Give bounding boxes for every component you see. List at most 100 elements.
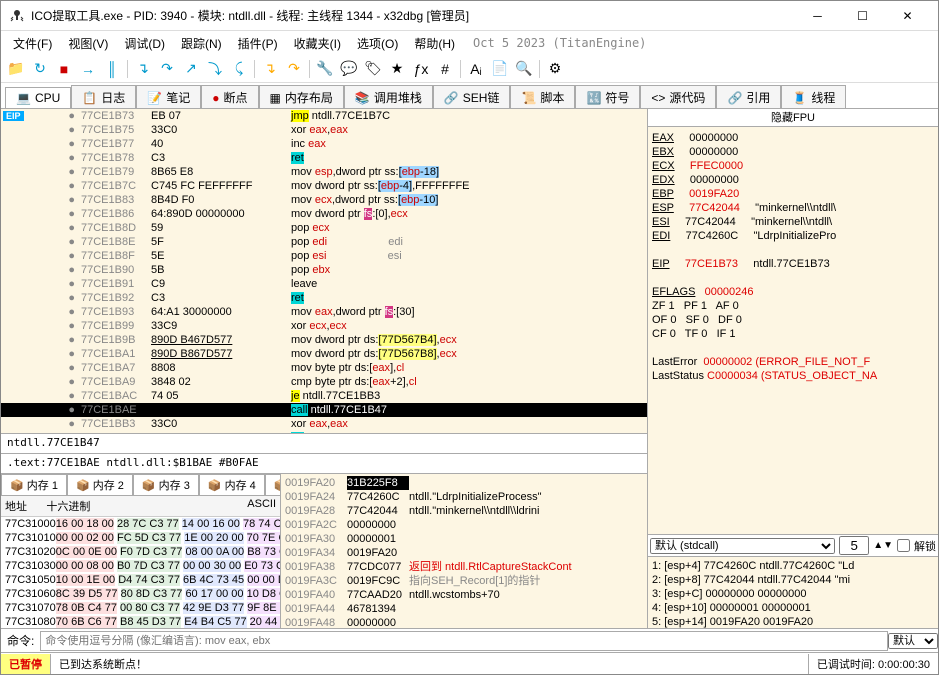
tab-source[interactable]: <>源代码	[640, 85, 716, 109]
disasm-line[interactable]: ●77CE1B798B65 E8mov esp,dword ptr ss:[eb…	[1, 165, 647, 179]
stack-row[interactable]: 0019FA2C00000000	[281, 518, 647, 532]
search-icon[interactable]: 🔍	[513, 58, 535, 80]
trace-into-icon[interactable]: ↴	[259, 58, 281, 80]
disasm-line[interactable]: ●77CE1B92C3ret	[1, 291, 647, 305]
tab-breakpoints[interactable]: ●断点	[201, 85, 258, 109]
menu-file[interactable]: 文件(F)	[5, 33, 60, 54]
step-into-icon[interactable]: ↴	[132, 58, 154, 80]
callconv-select[interactable]: 默认 (stdcall)	[650, 538, 835, 554]
dump-tab-2[interactable]: 📦 内存 2	[67, 474, 133, 495]
tab-log[interactable]: 📋日志	[71, 85, 136, 109]
close-button[interactable]: ✕	[885, 1, 930, 31]
dump-row[interactable]: 77C3105010 00 1E 00 D4 74 C3 77 6B 4C 73…	[1, 573, 280, 587]
tab-script[interactable]: 📜脚本	[510, 85, 575, 109]
tab-cpu[interactable]: 💻CPU	[5, 87, 71, 109]
disasm-line[interactable]: ●77CE1B905Bpop ebx	[1, 263, 647, 277]
disasm-line[interactable]: ●77CE1BA1890D B867D577mov dword ptr ds:[…	[1, 347, 647, 361]
dump-row[interactable]: 77C3100016 00 18 00 28 7C C3 77 14 00 16…	[1, 517, 280, 531]
disasm-line[interactable]: ●77CE1B7740inc eax	[1, 137, 647, 151]
disasm-line[interactable]: ●77CE1BB333C0xor eax,eax	[1, 417, 647, 431]
open-icon[interactable]: 📁	[5, 58, 27, 80]
stack-row[interactable]: 0019FA2031B225F8	[281, 476, 647, 490]
disasm-line[interactable]: ●77CE1B7533C0xor eax,eax	[1, 123, 647, 137]
dump-tab-1[interactable]: 📦 内存 1	[1, 474, 67, 495]
menu-favorites[interactable]: 收藏夹(I)	[286, 33, 349, 54]
disasm-line[interactable]: ●77CE1B8F5Epop esi esi	[1, 249, 647, 263]
command-mode-select[interactable]: 默认	[888, 633, 938, 649]
restart-icon[interactable]: ↻	[29, 58, 51, 80]
stack-row[interactable]: 0019FA3877CDC077返回到 ntdll.RtlCaptureStac…	[281, 560, 647, 574]
settings-icon[interactable]: ⚙	[544, 58, 566, 80]
disasm-line[interactable]: ●77CE1BA78808mov byte ptr ds:[eax],cl	[1, 361, 647, 375]
menu-help[interactable]: 帮助(H)	[406, 33, 463, 54]
patches-icon[interactable]: 🔧	[314, 58, 336, 80]
unlock-checkbox[interactable]	[897, 539, 910, 552]
dump-row[interactable]: 77C310608C 39 D5 77 80 8D C3 77 60 17 00…	[1, 587, 280, 601]
menu-debug[interactable]: 调试(D)	[116, 33, 173, 54]
menu-view[interactable]: 视图(V)	[60, 33, 116, 54]
arguments-view[interactable]: 1: [esp+4] 77C4260C ntdll.77C4260C "Ld2:…	[648, 556, 938, 628]
calls-icon[interactable]: 📄	[489, 58, 511, 80]
stop-icon[interactable]: ■	[53, 58, 75, 80]
tab-notes[interactable]: 📝笔记	[136, 85, 201, 109]
stack-row[interactable]: 0019FA2877C42044ntdll."minkernel\\ntdll\…	[281, 504, 647, 518]
disasm-line[interactable]: ●77CE1B73EB 07jmp ntdll.77CE1B7C	[1, 109, 647, 123]
run-to-icon[interactable]: ⤹	[228, 58, 250, 80]
menu-trace[interactable]: 跟踪(N)	[173, 33, 230, 54]
disasm-line[interactable]: ●77CE1BAEE8 94FCFFFFcall ntdll.77CE1B47	[1, 403, 647, 417]
disasm-line[interactable]: ●77CE1BA93848 02cmp byte ptr ds:[eax+2],…	[1, 375, 647, 389]
hide-fpu-button[interactable]: 隐藏FPU	[648, 109, 938, 127]
maximize-button[interactable]: ☐	[840, 1, 885, 31]
disasm-line[interactable]: ●77CE1B8E5Fpop edi edi	[1, 235, 647, 249]
dump-row[interactable]: 77C310200C 00 0E 00 F0 7D C3 77 08 00 0A…	[1, 545, 280, 559]
dump-row[interactable]: 77C3101000 00 02 00 FC 5D C3 77 1E 00 20…	[1, 531, 280, 545]
strings-icon[interactable]: Aᵢ	[465, 58, 487, 80]
register-view[interactable]: EAX 00000000EBX 00000000ECX FFEC0000EDX …	[648, 127, 938, 534]
step-icon[interactable]: ⤵	[204, 58, 226, 80]
bookmarks-icon[interactable]: ★	[386, 58, 408, 80]
disasm-line[interactable]: ●77CE1BB5C3ret	[1, 431, 647, 433]
minimize-button[interactable]: ─	[795, 1, 840, 31]
stack-row[interactable]: 0019FA4077CAAD20ntdll.wcstombs+70	[281, 588, 647, 602]
disasm-line[interactable]: ●77CE1B838B4D F0mov ecx,dword ptr ss:[eb…	[1, 193, 647, 207]
tab-symbols[interactable]: 🔣符号	[575, 85, 640, 109]
disasm-line[interactable]: ●77CE1B7CC745 FC FEFFFFFFmov dword ptr s…	[1, 179, 647, 193]
tab-seh[interactable]: 🔗SEH链	[433, 85, 511, 109]
pause-icon[interactable]: ║	[101, 58, 123, 80]
comments-icon[interactable]: 💬	[338, 58, 360, 80]
step-out-icon[interactable]: ↗	[180, 58, 202, 80]
disasm-line[interactable]: ●77CE1B91C9leave	[1, 277, 647, 291]
stack-row[interactable]: 0019FA3C0019FC9C指向SEH_Record[1]的指针	[281, 574, 647, 588]
disasm-line[interactable]: ●77CE1B9B890D B467D577mov dword ptr ds:[…	[1, 333, 647, 347]
tab-call-stack[interactable]: 📚调用堆栈	[344, 85, 433, 109]
run-icon[interactable]: →	[77, 58, 99, 80]
dump-tab-3[interactable]: 📦 内存 3	[133, 474, 199, 495]
functions-icon[interactable]: ƒx	[410, 58, 432, 80]
disasm-line[interactable]: ●77CE1B9933C9xor ecx,ecx	[1, 319, 647, 333]
dump-view[interactable]: 地址 十六进制 ASCII 77C3100016 00 18 00 28 7C …	[1, 496, 280, 628]
trace-over-icon[interactable]: ↷	[283, 58, 305, 80]
dump-tab-4[interactable]: 📦 内存 4	[199, 474, 265, 495]
stack-row[interactable]: 0019FA340019FA20	[281, 546, 647, 560]
command-input[interactable]	[40, 631, 888, 651]
labels-icon[interactable]: 🏷	[362, 58, 384, 80]
disasm-line[interactable]: ●77CE1BAC74 05je ntdll.77CE1BB3	[1, 389, 647, 403]
dump-tab-5[interactable]: 📦 内存 5	[265, 474, 280, 495]
stack-row[interactable]: 0019FA4800000000	[281, 616, 647, 628]
stack-row[interactable]: 0019FA2477C4260Cntdll."LdrpInitializePro…	[281, 490, 647, 504]
tab-threads[interactable]: 🧵线程	[781, 85, 846, 109]
variables-icon[interactable]: #	[434, 58, 456, 80]
dump-row[interactable]: 77C3107078 0B C4 77 00 80 C3 77 42 9E D3…	[1, 601, 280, 615]
menu-plugins[interactable]: 插件(P)	[230, 33, 286, 54]
stack-row[interactable]: 0019FA4446781394	[281, 602, 647, 616]
arg-count-input[interactable]	[839, 536, 869, 555]
tab-references[interactable]: 🔗引用	[716, 85, 781, 109]
disasm-line[interactable]: ●77CE1B8D59pop ecx	[1, 221, 647, 235]
dump-row[interactable]: 77C3103000 00 08 00 B0 7D C3 77 00 00 30…	[1, 559, 280, 573]
stack-view[interactable]: 0019FA2031B225F80019FA2477C4260Cntdll."L…	[281, 474, 647, 628]
disasm-line[interactable]: ●77CE1B78C3ret	[1, 151, 647, 165]
disasm-line[interactable]: ●77CE1B8664:890D 00000000mov dword ptr f…	[1, 207, 647, 221]
disassembly-view[interactable]: EIP ●77CE1B73EB 07jmp ntdll.77CE1B7C●77C…	[1, 109, 647, 433]
tab-memory-map[interactable]: ▦内存布局	[259, 85, 344, 109]
step-over-icon[interactable]: ↷	[156, 58, 178, 80]
